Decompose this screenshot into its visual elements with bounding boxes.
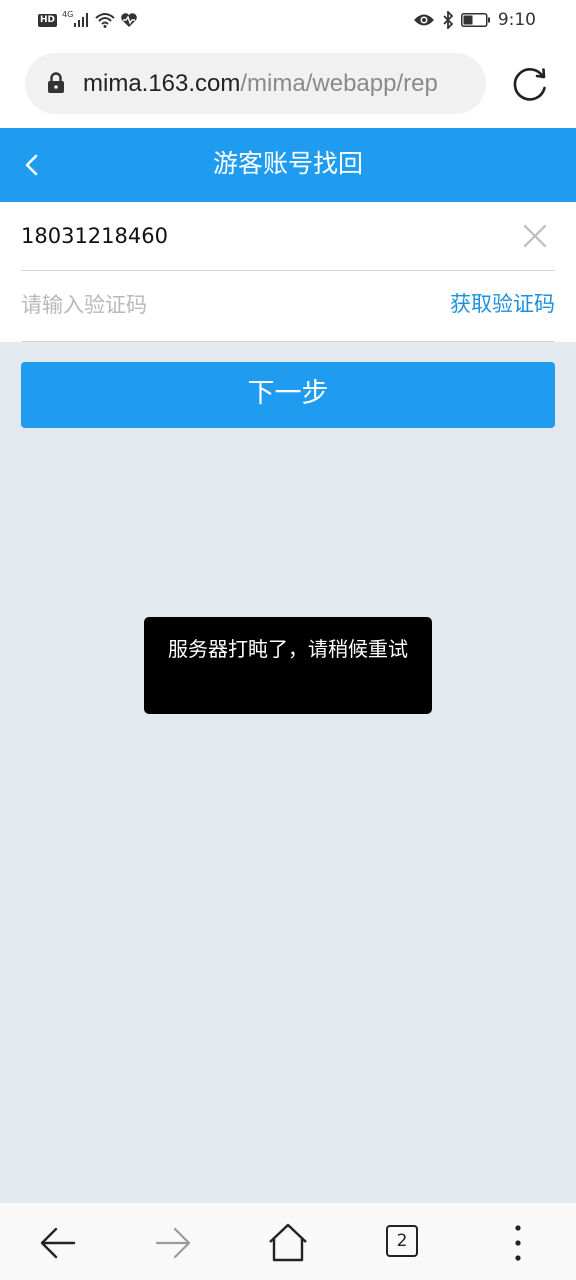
page-title: 游客账号找回 — [212, 149, 363, 178]
get-code-button[interactable]: 获取验证码 — [450, 288, 555, 320]
eye-icon — [413, 14, 434, 26]
url-text: mima.163.com/mima/webapp/rep — [83, 69, 438, 99]
forward-arrow-icon[interactable] — [153, 1223, 193, 1263]
recovery-form: 获取验证码 — [0, 202, 576, 342]
status-left: HD 4G — [38, 9, 138, 31]
wifi-icon — [95, 13, 115, 28]
back-arrow-icon[interactable] — [38, 1223, 78, 1263]
next-step-button[interactable]: 下一步 — [21, 362, 555, 428]
phone-row — [21, 202, 555, 271]
phone-input[interactable] — [21, 216, 501, 256]
address-bar[interactable]: mima.163.com/mima/webapp/rep — [25, 53, 486, 114]
signal-icon — [74, 13, 89, 27]
code-row: 获取验证码 — [21, 271, 555, 342]
status-right: 9:10 — [413, 9, 536, 31]
health-icon — [121, 13, 138, 27]
reload-icon[interactable] — [510, 64, 550, 104]
tabs-icon[interactable]: 2 — [386, 1225, 426, 1265]
status-time: 9:10 — [497, 10, 536, 30]
verification-code-input[interactable] — [21, 285, 401, 325]
battery-icon — [460, 13, 490, 27]
bluetooth-icon — [443, 11, 454, 29]
url-domain: mima.163.com — [83, 70, 241, 97]
more-icon[interactable] — [498, 1223, 538, 1263]
hd-badge: HD — [38, 13, 58, 27]
browser-toolbar: mima.163.com/mima/webapp/rep — [0, 40, 576, 128]
tabs-count: 2 — [386, 1225, 418, 1257]
browser-bottom-nav: 2 — [0, 1203, 576, 1280]
status-bar: HD 4G 9:10 — [0, 0, 576, 40]
home-icon[interactable] — [268, 1223, 308, 1263]
network-type: 4G — [62, 9, 74, 19]
lock-icon — [48, 72, 64, 93]
page-header: 游客账号找回 — [0, 128, 576, 202]
clear-icon[interactable] — [523, 224, 547, 248]
url-path: /mima/webapp/rep — [240, 70, 438, 97]
error-toast: 服务器打盹了，请稍候重试 — [144, 617, 432, 714]
back-icon[interactable] — [18, 148, 48, 182]
